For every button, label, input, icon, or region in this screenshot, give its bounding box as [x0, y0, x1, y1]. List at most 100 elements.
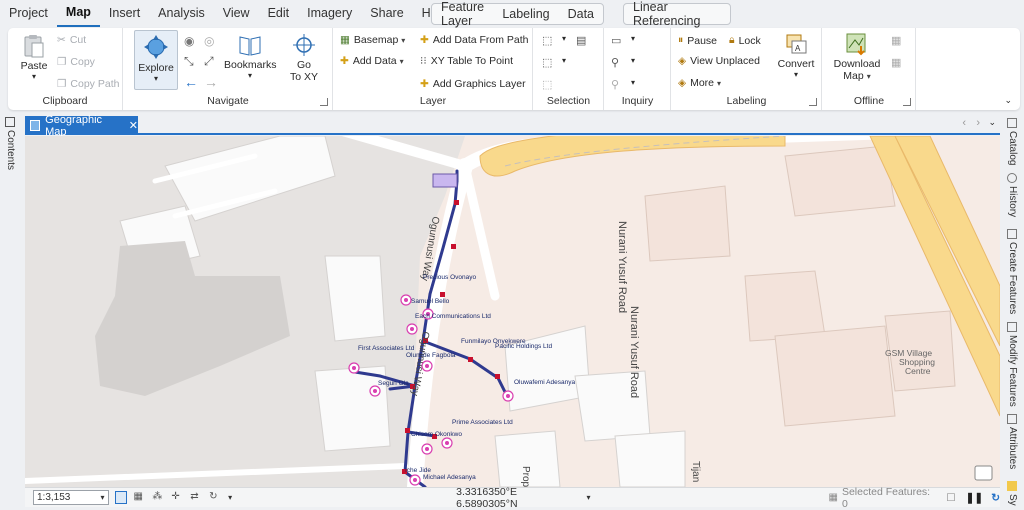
scroll-tabs-left-icon[interactable]: ‹	[962, 117, 966, 129]
pause-button[interactable]: ⏸ Pause	[678, 34, 717, 47]
zoom-in-fixed-icon[interactable]: ⤡	[184, 54, 194, 69]
forward-arrow-icon[interactable]: →	[204, 74, 218, 90]
correction-icon[interactable]: ⇄	[190, 491, 203, 504]
locate-dropdown-icon[interactable]: ▾	[631, 56, 635, 65]
modify-features-pane-tab[interactable]: Modify Features	[1007, 322, 1018, 407]
measure-dropdown-icon[interactable]: ▾	[631, 34, 635, 43]
clear-selection-icon[interactable]: ⬚	[542, 78, 552, 91]
tab-list-dropdown-icon[interactable]: ⌄	[988, 117, 996, 128]
select-icon[interactable]: ⬚	[542, 34, 552, 47]
add-data-button[interactable]: ✚ Add Data ▾	[340, 55, 404, 67]
coordinate-format-dropdown-icon[interactable]: ▾	[586, 493, 590, 502]
tab-labeling[interactable]: Labeling	[493, 7, 558, 21]
selection-dropdown-icon[interactable]: ▾	[562, 56, 566, 65]
contents-label: Contents	[5, 130, 16, 171]
bookmarks-button[interactable]: Bookmarks ▾	[224, 33, 277, 80]
poi-label: Pacific Holdings Ltd	[495, 343, 552, 350]
bookmarks-dropdown-icon[interactable]: ▾	[224, 71, 276, 80]
explore-button[interactable]: Explore ▾	[134, 30, 178, 90]
statusbar-dropdown-icon[interactable]: ▾	[228, 493, 232, 502]
menu-project[interactable]: Project	[0, 0, 57, 27]
modify-features-label: Modify Features	[1007, 335, 1018, 407]
tab-linear-referencing[interactable]: Linear Referencing	[624, 0, 730, 28]
poi-label: Segun Ola	[378, 380, 409, 387]
menu-analysis[interactable]: Analysis	[149, 0, 214, 27]
constraints-icon[interactable]: ✛	[171, 491, 184, 504]
tab-data[interactable]: Data	[559, 7, 603, 21]
navigate-launcher-icon[interactable]	[320, 98, 328, 106]
xy-table-to-point-button[interactable]: ⁝⁝ XY Table To Point	[420, 55, 513, 67]
go-to-xy-button[interactable]: Go To XY	[284, 33, 324, 83]
more-button[interactable]: ◈ More ▾	[678, 77, 721, 89]
menu-share[interactable]: Share	[361, 0, 412, 27]
lock-button[interactable]: 🔒︎ Lock	[729, 34, 761, 47]
fixed-zoom-in-icon[interactable]	[114, 491, 128, 504]
catalog-pane-tab[interactable]: Catalog	[1007, 118, 1018, 165]
scroll-tabs-right-icon[interactable]: ›	[976, 117, 980, 129]
selected-features-icon[interactable]: ▦	[828, 492, 837, 503]
map-tips-icon[interactable]	[974, 465, 993, 481]
sync-icon[interactable]: ▦	[891, 34, 901, 47]
paste-dropdown-icon[interactable]: ▾	[16, 72, 52, 81]
contents-icon	[5, 117, 15, 127]
snapping-icon[interactable]: ⁂	[152, 491, 165, 504]
poi-label: Oluwafemi Adesanya	[514, 379, 575, 386]
scale-selector[interactable]: 1:3,153 ▾	[33, 490, 109, 505]
copy-button[interactable]: ❐ Copy	[57, 56, 95, 68]
modify-features-icon	[1007, 322, 1017, 332]
convert-label: Convert	[777, 58, 815, 70]
locate-icon[interactable]: ⚲	[611, 56, 619, 69]
paste-button[interactable]: Paste ▾	[16, 34, 52, 81]
copy-path-button[interactable]: ❐ Copy Path	[57, 78, 119, 90]
download-map-button[interactable]: Download Map ▾	[831, 32, 883, 82]
view-unplaced-button[interactable]: ◈ View Unplaced	[678, 55, 760, 67]
map-canvas[interactable]: Nurani Yusuf Road Nurani Yusuf Road Ogun…	[25, 136, 1000, 487]
basemap-button[interactable]: ▦ Basemap ▾	[340, 34, 405, 46]
menu-imagery[interactable]: Imagery	[298, 0, 361, 27]
history-pane-tab[interactable]: History	[1007, 173, 1018, 217]
menu-map[interactable]: Map	[56, 0, 100, 27]
select-by-location-icon[interactable]: ⬚	[542, 56, 552, 69]
download-map-icon	[846, 33, 866, 56]
grid-icon[interactable]: ▦	[133, 491, 146, 504]
catalog-icon	[1007, 118, 1017, 128]
clear-selection-status-icon[interactable]: ☐	[946, 492, 955, 504]
measure-icon[interactable]: ▭	[611, 34, 621, 47]
tab-geographic-map[interactable]: Geographic Map ✕	[25, 114, 138, 138]
rotate-icon[interactable]: ↻	[209, 491, 222, 504]
fixed-zoom-icon[interactable]: ◎	[204, 34, 214, 48]
explore-label: Explore	[138, 62, 174, 74]
pause-drawing-icon[interactable]: ❚❚	[966, 492, 984, 504]
close-icon[interactable]: ✕	[129, 119, 138, 132]
contents-pane-tab[interactable]: Contents	[5, 117, 16, 170]
menu-insert[interactable]: Insert	[100, 0, 149, 27]
infographics-dropdown-icon[interactable]: ▾	[631, 78, 635, 87]
tab-feature-layer[interactable]: Feature Layer	[432, 0, 493, 28]
map-view[interactable]: Nurani Yusuf Road Nurani Yusuf Road Ogun…	[25, 136, 1000, 487]
symbology-pane-tab[interactable]: Sy	[1007, 481, 1018, 506]
copy-icon: ❐	[57, 56, 67, 68]
cut-button[interactable]: ✂ Cut	[57, 34, 86, 46]
select-dropdown-icon[interactable]: ▾	[562, 34, 566, 43]
offline-launcher-icon[interactable]	[903, 98, 911, 106]
convert-button[interactable]: A Convert ▾	[774, 32, 818, 79]
poi-label: Michael Adesanya	[423, 474, 476, 481]
refresh-icon[interactable]: ↻	[991, 492, 1000, 504]
attributes-pane-tab[interactable]: Attributes	[1007, 414, 1018, 469]
menu-view[interactable]: View	[214, 0, 259, 27]
explore-dropdown-icon[interactable]: ▾	[135, 74, 177, 83]
add-graphics-layer-button[interactable]: ✚ Add Graphics Layer	[420, 78, 526, 90]
select-by-attributes-icon[interactable]: ▤	[576, 34, 586, 47]
back-arrow-icon[interactable]: ←	[184, 74, 198, 90]
labeling-launcher-icon[interactable]	[809, 98, 817, 106]
add-data-from-path-button[interactable]: ✚ Add Data From Path	[420, 34, 529, 46]
zoom-out-fixed-icon[interactable]: ⤢	[204, 54, 214, 69]
create-features-pane-tab[interactable]: Create Features	[1007, 229, 1018, 314]
infographics-icon[interactable]: ⚲	[611, 78, 619, 91]
collapse-ribbon-icon[interactable]: ⌄	[1004, 95, 1012, 106]
selected-polygon[interactable]	[432, 173, 458, 188]
menu-edit[interactable]: Edit	[259, 0, 299, 27]
full-extent-icon[interactable]: ◉	[184, 34, 194, 48]
remove-offline-icon[interactable]: ▦	[891, 56, 901, 69]
convert-dropdown-icon[interactable]: ▾	[774, 70, 818, 79]
